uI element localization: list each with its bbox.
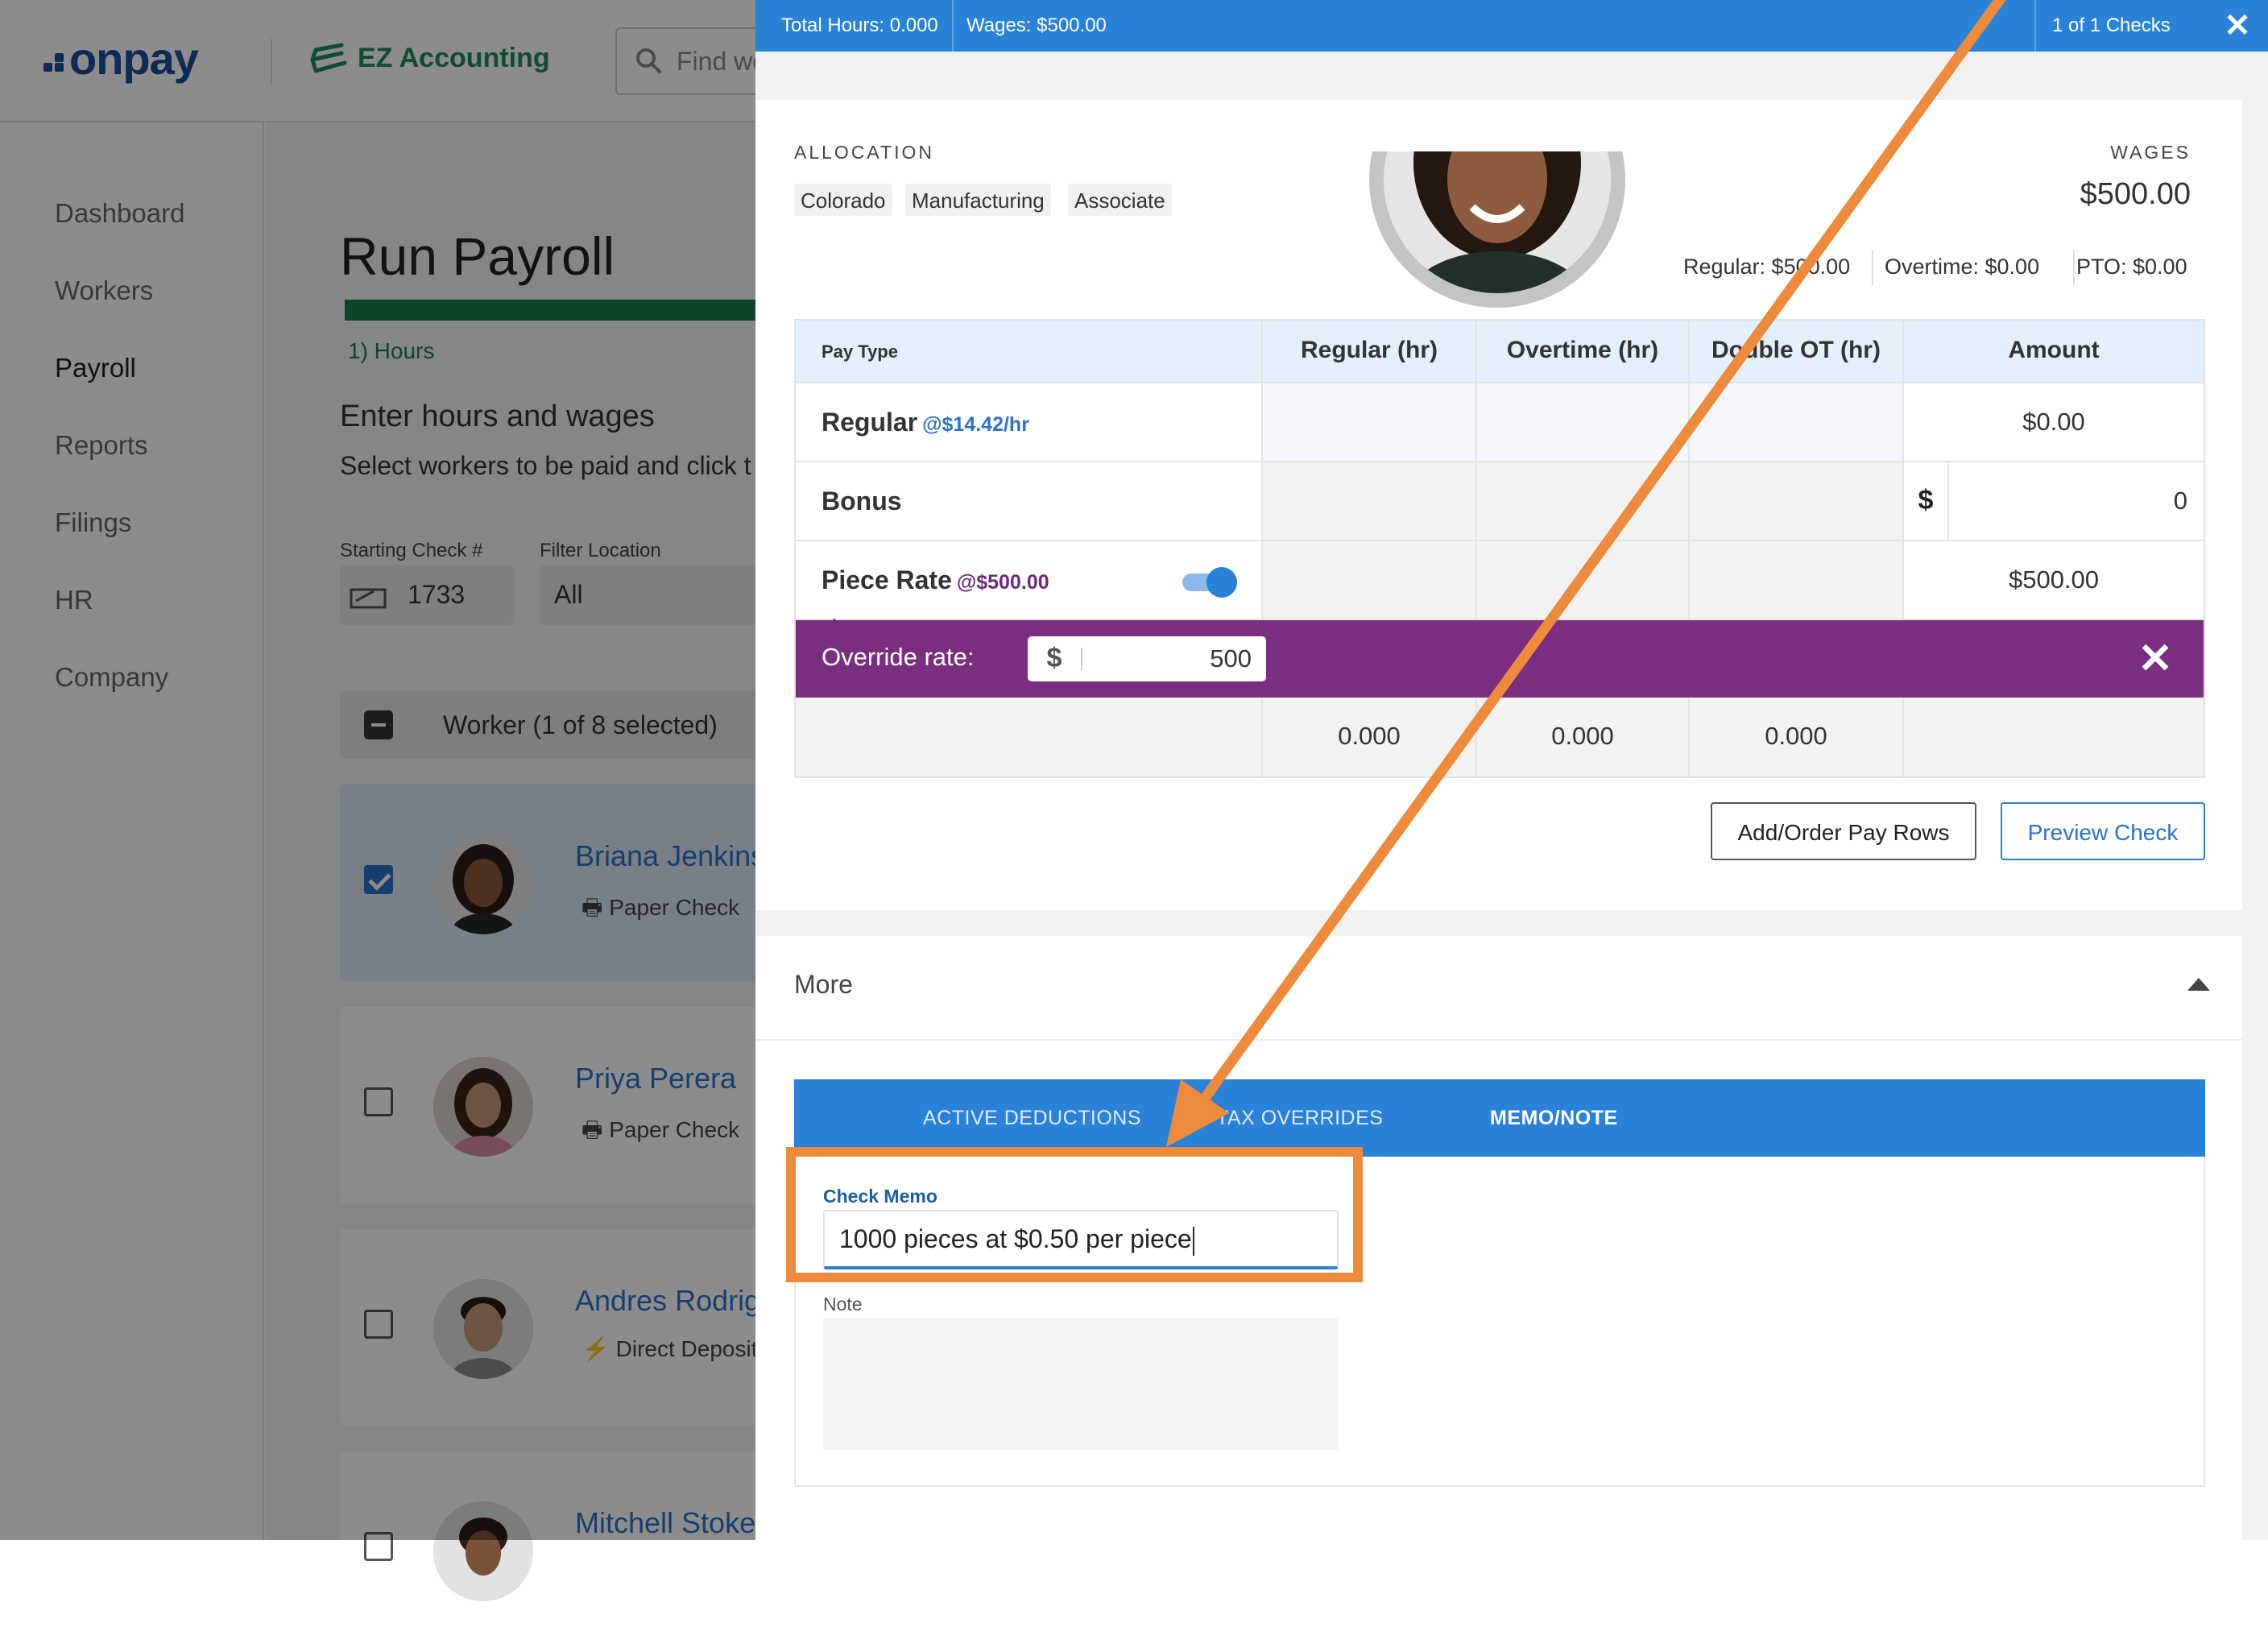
column-header: Regular (hr)	[1300, 337, 1438, 363]
column-header: Amount	[2008, 337, 2100, 363]
section-divider	[755, 1039, 2242, 1041]
pay-type-label: Regular	[822, 408, 918, 437]
regular-hours-input[interactable]	[1263, 383, 1477, 461]
wages-label: WAGES	[2110, 142, 2191, 163]
allocation-tag: Colorado	[794, 184, 892, 216]
table-row: Regular @$14.42/hr $0.00	[796, 383, 2204, 462]
preview-check-button[interactable]: Preview Check	[2001, 802, 2205, 860]
pay-type-label: Bonus	[822, 487, 902, 516]
column-header: Pay Type	[822, 342, 898, 362]
override-rate-toggle[interactable]	[1182, 565, 1237, 598]
breakdown-divider	[1872, 250, 1873, 285]
allocation-label: ALLOCATION	[794, 142, 934, 163]
header-divider	[2034, 0, 2036, 52]
override-rate-label: Override rate:	[822, 643, 975, 671]
pto-breakdown: PTO: $0.00	[2076, 255, 2187, 279]
pay-rows-table: Pay Type Regular (hr) Overtime (hr) Doub…	[794, 319, 2205, 778]
override-rate-bar: Override rate: $ 500 ✕	[796, 620, 2204, 698]
tab-active-deductions[interactable]: ACTIVE DEDUCTIONS	[923, 1107, 1141, 1130]
more-section: More ACTIVE DEDUCTIONS TAX OVERRIDES MEM…	[755, 936, 2242, 1540]
note-textarea[interactable]	[823, 1318, 1339, 1450]
disabled-cell	[1263, 462, 1477, 540]
close-icon[interactable]: ✕	[2133, 636, 2178, 681]
table-row: Piece Rate @$500.00 $500.00	[796, 541, 2204, 630]
pay-rate: @$500.00	[956, 571, 1049, 594]
total-wages: Wages: $500.00	[966, 14, 1107, 36]
override-pointer	[822, 619, 847, 630]
check-editor-panel: Total Hours: 0.000 Wages: $500.00 1 of 1…	[755, 0, 2268, 1540]
pay-type-label: Piece Rate	[822, 565, 952, 594]
currency-symbol: $	[1904, 462, 1949, 540]
totals-row: 0.000 0.000 0.000	[796, 698, 2204, 776]
breakdown-divider	[2073, 250, 2075, 285]
overtime-breakdown: Overtime: $0.00	[1885, 255, 2040, 279]
row-amount: $0.00	[2022, 408, 2085, 436]
more-tabs: ACTIVE DEDUCTIONS TAX OVERRIDES MEMO/NOT…	[794, 1079, 2205, 1157]
override-rate-value: 500	[1210, 644, 1252, 673]
overtime-hours-total: 0.000	[1551, 722, 1614, 750]
disabled-cell	[1690, 541, 1904, 619]
disabled-cell	[1690, 462, 1904, 540]
note-label: Note	[823, 1294, 863, 1315]
annotation-highlight-box	[786, 1147, 1363, 1282]
disabled-cell	[1477, 462, 1690, 540]
header-divider	[952, 0, 954, 52]
overtime-hours-input[interactable]	[1477, 383, 1690, 461]
currency-symbol: $	[1046, 643, 1062, 673]
close-icon[interactable]: ✕	[2220, 8, 2255, 43]
regular-hours-total: 0.000	[1338, 722, 1401, 750]
panel-header: Total Hours: 0.000 Wages: $500.00 1 of 1…	[755, 0, 2268, 52]
override-rate-input[interactable]: $ 500	[1028, 636, 1266, 681]
bonus-value: 0	[2173, 487, 2187, 515]
pay-rate: @$14.42/hr	[922, 413, 1029, 436]
memo-note-panel: Check Memo 1000 pieces at $0.50 per piec…	[786, 1147, 2205, 1487]
more-section-title[interactable]: More	[794, 970, 853, 1000]
column-header: Overtime (hr)	[1506, 337, 1659, 363]
tab-tax-overrides[interactable]: TAX OVERRIDES	[1216, 1107, 1383, 1130]
add-order-pay-rows-button[interactable]: Add/Order Pay Rows	[1711, 802, 1976, 860]
bonus-amount-input[interactable]: $ 0	[1904, 462, 2204, 540]
column-header: Double OT (hr)	[1711, 337, 1881, 363]
total-hours: Total Hours: 0.000	[781, 14, 938, 36]
double-ot-hours-total: 0.000	[1765, 722, 1827, 750]
table-header-row: Pay Type Regular (hr) Overtime (hr) Doub…	[796, 321, 2204, 383]
check-card: ALLOCATION Colorado Manufacturing Associ…	[755, 100, 2242, 910]
chevron-up-icon[interactable]	[2187, 978, 2210, 991]
allocation-tag: Associate	[1068, 184, 1172, 216]
allocation-tag: Manufacturing	[905, 184, 1051, 216]
disabled-cell	[1477, 541, 1690, 619]
check-counter: 1 of 1 Checks	[2052, 14, 2171, 36]
row-amount: $500.00	[2008, 565, 2100, 594]
input-divider	[1081, 648, 1082, 670]
double-ot-hours-input[interactable]	[1690, 383, 1904, 461]
tab-memo-note[interactable]: MEMO/NOTE	[1490, 1107, 1618, 1130]
wages-value: $500.00	[2080, 177, 2191, 211]
disabled-cell	[1263, 541, 1477, 619]
regular-breakdown: Regular: $500.00	[1683, 255, 1851, 279]
avatar	[1369, 151, 1625, 308]
table-row: Bonus $ 0	[796, 462, 2204, 541]
